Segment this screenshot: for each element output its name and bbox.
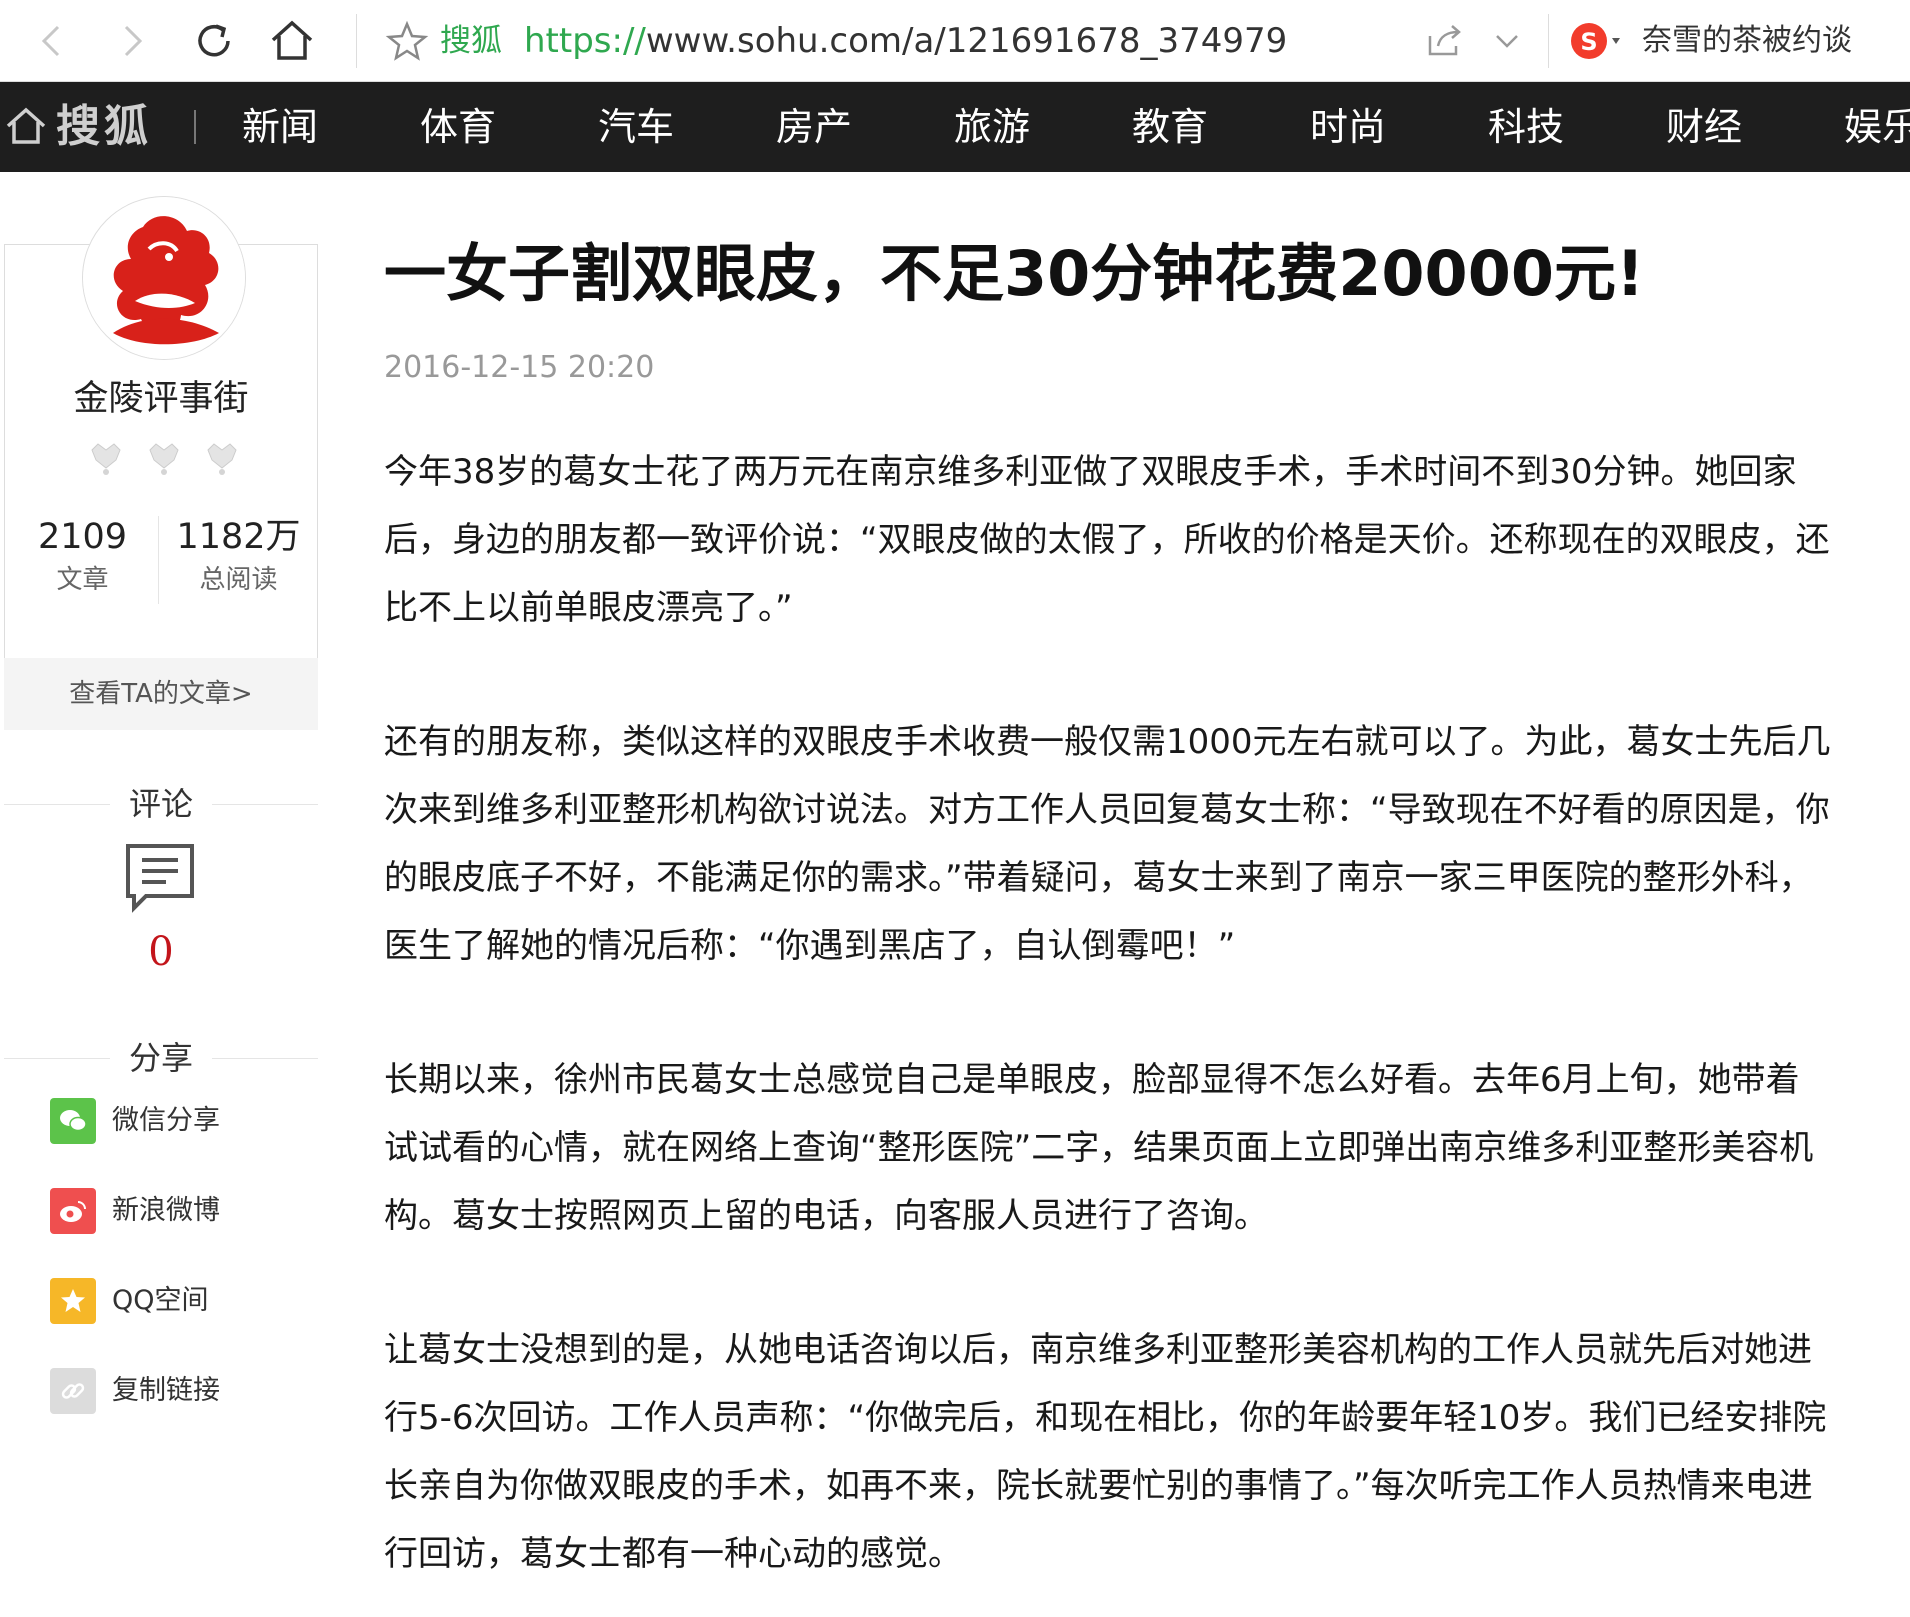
article-paragraph: 还有的朋友称，类似这样的双眼皮手术收费一般仅需1000元左右就可以了。为此，葛女… <box>384 722 1831 966</box>
sohu-logo[interactable]: 搜狐 <box>56 102 152 152</box>
browser-toolbar: 搜狐 https://www.sohu.com/a/121691678_3749… <box>0 0 1910 82</box>
stat-total-reads: 1182万 总阅读 <box>160 514 317 600</box>
share-section-header: 分享 <box>4 1038 318 1078</box>
link-icon <box>50 1368 96 1414</box>
copy-link-label: 复制链接 <box>112 1375 220 1406</box>
article-date: 2016-12-15 20:20 <box>384 350 655 385</box>
back-button[interactable] <box>22 11 82 71</box>
share-wechat-label: 微信分享 <box>112 1105 220 1136</box>
share-page-icon[interactable] <box>1422 18 1468 64</box>
rank-badge-icon <box>207 443 237 475</box>
comment-count[interactable]: 0 <box>4 926 318 978</box>
article-title: 一女子割双眼皮，不足30分钟花费20000元! <box>384 237 1645 310</box>
nav-item-travel[interactable]: 旅游 <box>954 102 1030 152</box>
comment-icon[interactable] <box>124 842 196 914</box>
nav-item-sports[interactable]: 体育 <box>420 102 496 152</box>
nav-item-news[interactable]: 新闻 <box>242 102 318 152</box>
author-name[interactable]: 金陵评事街 <box>4 374 318 424</box>
copy-link-button[interactable]: 复制链接 <box>50 1366 220 1416</box>
nav-item-realestate[interactable]: 房产 <box>776 102 852 152</box>
share-qzone-label: QQ空间 <box>112 1285 209 1316</box>
author-avatar[interactable] <box>82 196 246 360</box>
qzone-star-icon <box>50 1278 96 1324</box>
share-wechat-button[interactable]: 微信分享 <box>50 1096 220 1146</box>
nav-item-entertainment[interactable]: 娱乐 <box>1844 102 1910 152</box>
article-paragraph: 今年38岁的葛女士花了两万元在南京维多利亚做了双眼皮手术，手术时间不到30分钟。… <box>384 452 1830 628</box>
hot-search-link[interactable]: 奈雪的茶被约谈 <box>1642 18 1852 64</box>
nav-item-auto[interactable]: 汽车 <box>598 102 674 152</box>
dragon-logo-icon <box>83 197 245 359</box>
bookmark-star-icon[interactable] <box>382 16 432 66</box>
toolbar-separator-right <box>1548 14 1549 68</box>
reads-label: 总阅读 <box>199 565 278 595</box>
articles-label: 文章 <box>56 565 109 595</box>
home-button[interactable] <box>262 11 322 71</box>
toolbar-separator <box>356 14 357 68</box>
url-protocol: https:// <box>524 21 646 61</box>
comments-section-header: 评论 <box>4 784 318 824</box>
article-paragraph: 让葛女士没想到的是，从她电话咨询以后，南京维多利亚整形美容机构的工作人员就先后对… <box>384 1330 1827 1574</box>
chevron-down-icon[interactable] <box>1484 18 1530 64</box>
author-rank-badges <box>86 438 242 482</box>
forward-button[interactable] <box>102 11 162 71</box>
site-security-label[interactable]: 搜狐 <box>440 18 502 64</box>
home-icon <box>271 20 313 60</box>
forward-arrow-icon <box>124 25 143 57</box>
articles-count: 2109 <box>37 517 128 557</box>
sogou-search-icon[interactable]: S <box>1566 18 1626 64</box>
article-paragraph: 长期以来，徐州市民葛女士总感觉自己是单眼皮，脸部显得不怎么好看。去年6月上旬，她… <box>384 1060 1814 1236</box>
stat-articles: 2109 文章 <box>4 514 161 600</box>
reload-icon <box>198 24 230 57</box>
url-path: www.sohu.com/a/121691678_374979 <box>645 21 1288 61</box>
site-nav-bar: 搜狐 新闻 体育 汽车 房产 旅游 教育 时尚 科技 财经 娱乐 <box>0 82 1910 172</box>
back-arrow-icon <box>41 25 60 57</box>
view-author-articles-link[interactable]: 查看TA的文章> <box>4 658 318 730</box>
share-weibo-button[interactable]: 新浪微博 <box>50 1186 220 1236</box>
nav-item-fashion[interactable]: 时尚 <box>1310 102 1386 152</box>
nav-item-education[interactable]: 教育 <box>1132 102 1208 152</box>
weibo-icon <box>50 1188 96 1234</box>
wechat-icon <box>50 1098 96 1144</box>
home-icon[interactable] <box>4 104 48 148</box>
nav-item-tech[interactable]: 科技 <box>1488 102 1564 152</box>
section-divider <box>212 1058 318 1059</box>
address-bar[interactable]: https://www.sohu.com/a/121691678_374979 <box>524 18 1287 64</box>
svg-text:S: S <box>1580 28 1597 56</box>
share-qzone-button[interactable]: QQ空间 <box>50 1276 209 1326</box>
section-divider <box>212 804 318 805</box>
rank-badge-icon <box>91 443 121 475</box>
reload-button[interactable] <box>184 11 244 71</box>
rank-badge-icon <box>149 443 179 475</box>
stat-divider <box>158 516 159 604</box>
nav-item-finance[interactable]: 财经 <box>1666 102 1742 152</box>
share-weibo-label: 新浪微博 <box>112 1195 220 1226</box>
nav-divider <box>194 110 196 144</box>
reads-count: 1182万 <box>176 517 301 557</box>
